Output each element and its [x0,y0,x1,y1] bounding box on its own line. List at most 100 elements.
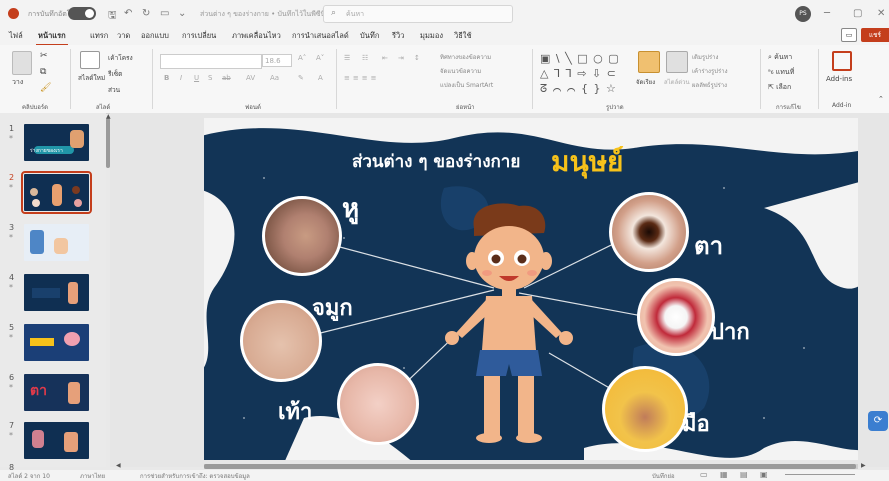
scroll-right-icon[interactable]: ▶ [861,462,866,469]
slide-thumbnail-2[interactable] [21,171,92,214]
tab-view[interactable]: มุมมอง [418,30,445,42]
arrange-button[interactable]: จัดเรียง [636,77,655,87]
language-status[interactable]: ภาษาไทย [80,471,105,481]
quick-styles-button[interactable]: สไตล์ด่วน [664,77,690,87]
thumbnail-scrollbar[interactable] [106,118,110,168]
align-text-button[interactable]: จัดแนวข้อความ [440,66,481,76]
shapes-gallery[interactable]: ▣ \ ╲ □ ○ ▢ △ ⅂ ⅂ ⇨ ⇩ ⊂ ᘔ ⌒ ⌒ { } ☆ [540,51,628,95]
grow-font-icon[interactable]: A˄ [298,54,306,62]
change-case-icon[interactable]: Aa [270,74,279,82]
indent-icon[interactable]: ⇤ [382,54,388,62]
layout-button[interactable]: เค้าโครง [108,53,133,63]
minimize-icon[interactable]: ─ [824,8,830,19]
smartart-button[interactable]: แปลงเป็น SmartArt [440,80,493,90]
slideshow-view-icon[interactable]: ▣ [760,470,768,479]
font-name-box[interactable] [160,54,262,69]
foot-image[interactable] [337,363,419,445]
undo-icon[interactable]: ↶ [124,8,132,19]
slide-thumbnail-5[interactable] [24,324,89,361]
accessibility-status[interactable]: การช่วยสำหรับการเข้าถึง: ตรวจสอบข้อมูล [140,471,250,481]
shape-outline-button[interactable]: เค้าร่างรูปร่าง [692,66,728,76]
scroll-left-icon[interactable]: ◀ [116,462,121,469]
tab-insert[interactable]: แทรก [88,30,110,42]
notes-button[interactable]: บันทึกย่อ [652,471,675,481]
search-box[interactable]: ⌕ ค้นหา [323,5,513,23]
horizontal-scrollbar[interactable] [204,464,858,469]
sorter-view-icon[interactable]: ▦ [720,470,728,479]
tab-slideshow[interactable]: การนำเสนอสไลด์ [290,30,351,42]
slide-thumbnail-1[interactable]: ร่างกายของเรา [24,124,89,161]
mouth-image[interactable] [637,278,715,356]
label-ear[interactable]: หู [342,188,359,229]
zoom-slider[interactable] [785,474,855,475]
nose-image[interactable] [240,300,322,382]
font-size-box[interactable]: 18.6 [262,54,292,67]
underline-icon[interactable]: U [194,74,199,82]
reading-view-icon[interactable]: ▤ [740,470,748,479]
autosave-toggle[interactable] [68,7,96,20]
slide-thumbnail-4[interactable] [24,274,89,311]
scroll-up-icon[interactable]: ▲ [106,113,111,120]
shape-fill-button[interactable]: เติมรูปร่าง [692,52,718,62]
shrink-font-icon[interactable]: A˅ [316,54,324,62]
collapse-ribbon-icon[interactable]: ⌃ [878,95,884,103]
label-eye[interactable]: ตา [694,226,723,265]
bold-icon[interactable]: B [164,74,169,82]
slide-title[interactable]: ส่วนต่าง ๆ ของร่างกาย [352,148,520,175]
label-mouth[interactable]: ปาก [710,314,750,349]
tab-draw[interactable]: วาด [115,30,132,42]
tab-design[interactable]: ออกแบบ [139,30,171,42]
present-icon[interactable]: ▭ [160,8,169,19]
tab-record[interactable]: บันทึก [358,30,381,42]
font-color-icon[interactable]: A [318,74,323,82]
label-foot[interactable]: เท้า [278,394,312,429]
slide-thumbnail-6[interactable]: ตา [24,374,89,411]
bullets-icon[interactable]: ☰ [344,54,350,62]
replace-button[interactable]: ᵃ₆ แทนที่ [768,67,794,78]
numbering-icon[interactable]: ☷ [362,54,368,62]
hand-image[interactable] [602,366,688,452]
paste-icon[interactable] [12,51,32,75]
designer-icon[interactable]: ⟳ [868,411,888,431]
slide-title-highlight[interactable]: มนุษย์ [551,140,623,184]
eye-image[interactable] [609,192,689,272]
share-button[interactable]: แชร์ [861,28,889,42]
italic-icon[interactable]: I [180,74,182,82]
quick-styles-icon[interactable] [666,51,688,73]
slide[interactable]: ส่วนต่าง ๆ ของร่างกาย มนุษย์ หู จมูก เท้… [204,118,858,460]
paste-button[interactable]: วาง [12,77,23,88]
tab-animations[interactable]: ภาพเคลื่อนไหว [230,30,283,42]
align-icons[interactable]: ≡≡≡≡ [344,74,379,82]
scrollbar-thumb[interactable] [204,464,856,469]
line-spacing-icon[interactable]: ↕ [414,54,420,62]
select-button[interactable]: ⇱ เลือก [768,82,791,93]
reset-button[interactable]: รีเซ็ต [108,69,122,79]
redo-icon[interactable]: ↻ [142,8,150,19]
maximize-icon[interactable]: ▢ [853,8,862,19]
slide-thumbnail-7[interactable] [24,422,89,459]
char-spacing-icon[interactable]: AV [246,74,255,82]
ear-image[interactable] [262,196,342,276]
customize-qa-icon[interactable]: ⌄ [178,8,186,19]
tab-help[interactable]: วิธีใช้ [452,30,474,42]
add-ins-button[interactable]: Add-ins [826,75,852,83]
highlight-icon[interactable]: ✎ [298,74,304,82]
cut-icon[interactable]: ✂ [40,51,48,61]
format-painter-icon[interactable]: 🖌 [40,83,51,93]
normal-view-icon[interactable]: ▭ [700,470,708,479]
label-hand[interactable]: มือ [682,406,710,441]
section-button[interactable]: ส่วน [108,85,120,95]
tab-review[interactable]: รีวิว [390,30,406,42]
find-button[interactable]: ⌕ ค้นหา [768,52,792,63]
outdent-icon[interactable]: ⇥ [398,54,404,62]
tab-transitions[interactable]: การเปลี่ยน [180,30,218,42]
arrange-icon[interactable] [638,51,660,73]
save-icon[interactable]: 🖫 [108,8,117,25]
avatar[interactable]: PS [795,6,811,22]
shape-effects-button[interactable]: ผลลัพธ์รูปร่าง [692,80,727,90]
slide-thumbnail-3[interactable] [24,224,89,261]
text-direction-button[interactable]: ทิศทางของข้อความ [440,52,491,62]
tab-file[interactable]: ไฟล์ [7,30,25,42]
label-nose[interactable]: จมูก [312,290,353,325]
add-ins-icon[interactable] [832,51,852,71]
